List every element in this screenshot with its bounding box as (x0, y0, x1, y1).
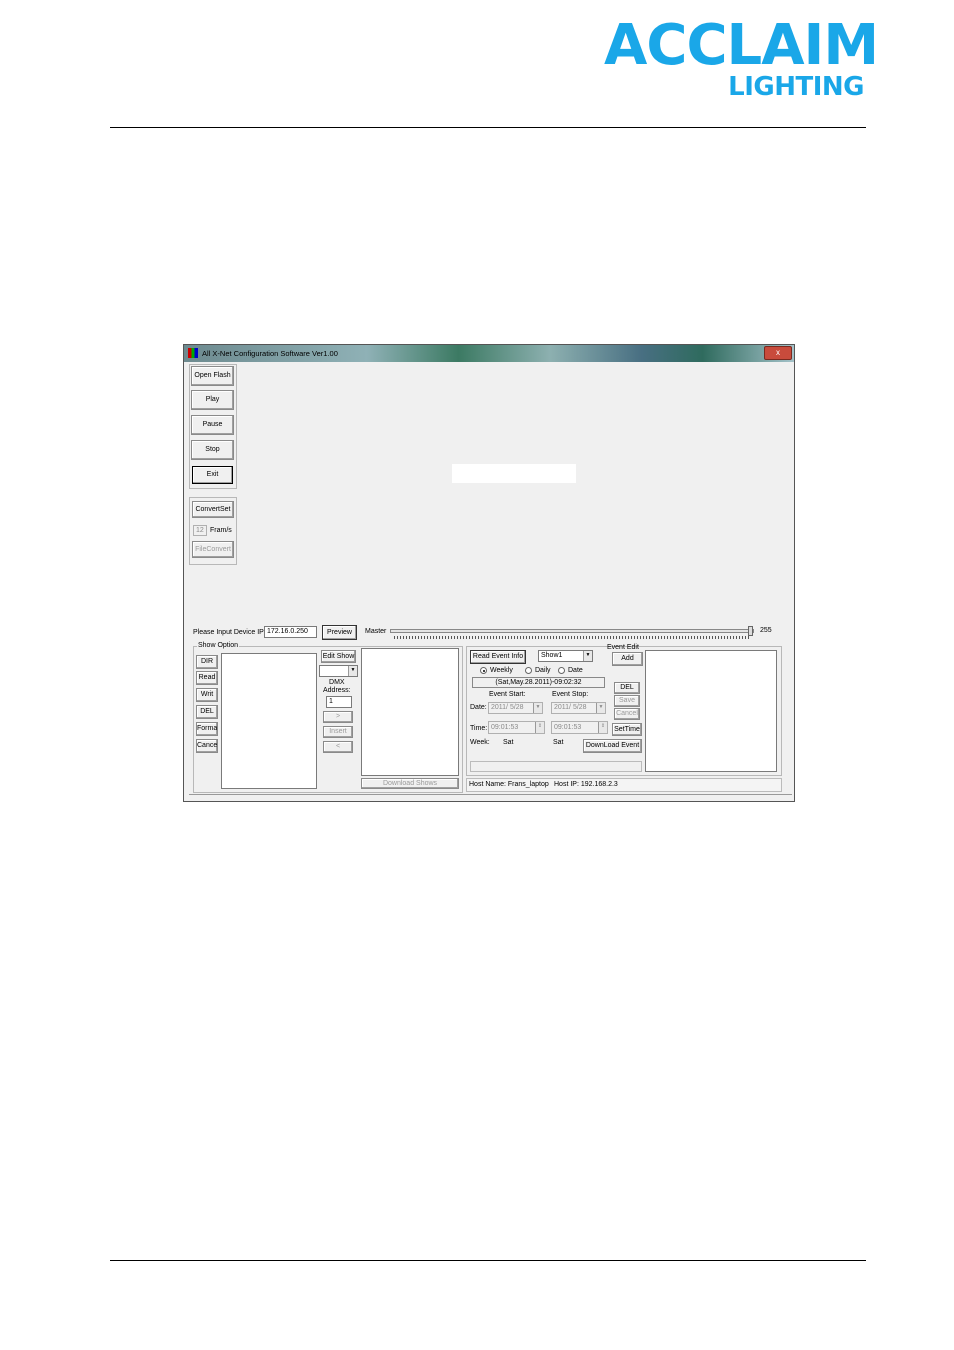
master-slider-ticks (394, 636, 750, 639)
host-ip: Host IP: 192.168.2.3 (554, 781, 618, 788)
week-start-value: Sat (503, 739, 514, 746)
title-bar: All X-Net Configuration Software Ver1.00… (184, 345, 794, 362)
window-title: All X-Net Configuration Software Ver1.00 (202, 349, 338, 358)
set-time-button[interactable]: SetTime (612, 723, 642, 736)
edit-show-select[interactable]: ▼ (319, 665, 358, 677)
event-edit-label: Event Edit (607, 644, 639, 651)
read-event-info-button[interactable]: Read Event Info (470, 650, 526, 664)
cancel-show-button[interactable]: Cancel (196, 739, 218, 753)
event-stop-label: Event Stop: (552, 691, 589, 698)
device-ip-input[interactable]: 172.16.0.250 (264, 626, 317, 638)
device-ip-label: Please Input Device IP: (193, 629, 266, 636)
master-slider-thumb[interactable] (748, 626, 753, 636)
master-label: Master (365, 628, 387, 635)
spinner-arrows-icon[interactable]: ⇕ (598, 722, 607, 733)
insert-button[interactable]: Insert (323, 726, 353, 738)
host-name: Host Name: Frans_laptop (469, 781, 549, 788)
show-file-list[interactable] (221, 653, 317, 789)
add-event-button[interactable]: Add (612, 652, 643, 666)
writ-button[interactable]: Writ (196, 688, 218, 702)
date-radio-label: Date (568, 667, 583, 674)
exit-button[interactable]: Exit (192, 466, 233, 484)
device-show-list[interactable] (361, 648, 459, 776)
file-convert-button[interactable]: FileConvert (192, 541, 234, 558)
spinner-arrows-icon[interactable]: ⇕ (535, 722, 544, 733)
chevron-down-icon[interactable]: ▼ (583, 651, 592, 661)
pause-button[interactable]: Pause (191, 415, 234, 435)
logo-lighting: LIGHTING (728, 72, 864, 102)
preview-area (452, 464, 576, 483)
convert-set-button[interactable]: ConvertSet (192, 501, 234, 518)
preview-button[interactable]: Preview (322, 625, 357, 640)
chevron-down-icon[interactable]: ▼ (348, 666, 357, 676)
stop-time-value: 09:01:53 (554, 724, 582, 731)
week-label: Week: (470, 739, 490, 746)
start-time-value: 09:01:53 (491, 724, 519, 731)
edit-show-button[interactable]: Edit Show (321, 650, 356, 663)
week-stop-value: Sat (553, 739, 564, 746)
del-event-button[interactable]: DEL (614, 682, 640, 694)
chevron-down-icon[interactable]: ▼ (533, 703, 542, 713)
stop-date-picker[interactable]: 2011/ 5/28 ▼ (551, 702, 606, 714)
dmx-address-label: DMX Address: (323, 679, 351, 694)
show-select[interactable]: Show1 ▼ (538, 650, 593, 662)
bottom-border (189, 794, 792, 795)
start-time-spinner[interactable]: 09:01:53 ⇕ (488, 721, 545, 734)
cancel-event-button[interactable]: Cancel (614, 708, 640, 720)
daily-radio[interactable] (525, 667, 532, 674)
show-option-title: Show Option (197, 642, 240, 649)
start-date-value: 2011/ 5/28 (491, 704, 524, 711)
master-value: 255 (760, 627, 772, 634)
header-rule (110, 127, 866, 128)
stop-button[interactable]: Stop (191, 440, 234, 460)
dmx-address-input[interactable]: 1 (326, 696, 352, 708)
del-show-button[interactable]: DEL (196, 705, 218, 719)
move-right-button[interactable]: > (323, 711, 353, 723)
logo-acclaim: ACCLAIM (604, 13, 879, 78)
current-datetime-display: (Sat,May.28.2011)-09:02:32 (472, 677, 605, 688)
weekly-label: Weekly (490, 667, 513, 674)
time-label: Time: (470, 725, 488, 732)
download-shows-button[interactable]: Download Shows (361, 778, 459, 789)
move-left-button[interactable]: < (323, 741, 353, 753)
save-event-button[interactable]: Save (614, 695, 640, 707)
stop-time-spinner[interactable]: 09:01:53 ⇕ (551, 721, 608, 734)
start-date-picker[interactable]: 2011/ 5/28 ▼ (488, 702, 543, 714)
date-label: Date: (470, 704, 487, 711)
format-button[interactable]: Format (196, 722, 218, 736)
read-button[interactable]: Read (196, 671, 218, 685)
event-list[interactable] (645, 650, 777, 772)
weekly-radio[interactable] (480, 667, 487, 674)
app-window-screenshot: All X-Net Configuration Software Ver1.00… (183, 344, 795, 802)
frame-rate-field[interactable]: 12 (193, 525, 207, 536)
event-start-label: Event Start: (489, 691, 526, 698)
footer-rule (110, 1260, 866, 1261)
play-button[interactable]: Play (191, 390, 234, 410)
daily-label: Daily (535, 667, 551, 674)
master-slider-track[interactable] (390, 629, 754, 633)
frame-rate-unit: Fram/s (210, 527, 232, 534)
chevron-down-icon[interactable]: ▼ (596, 703, 605, 713)
app-icon (188, 348, 198, 358)
close-button[interactable]: x (764, 346, 792, 360)
open-flash-button[interactable]: Open Flash (191, 366, 234, 386)
dir-button[interactable]: DIR (196, 655, 218, 669)
stop-date-value: 2011/ 5/28 (554, 704, 587, 711)
date-radio[interactable] (558, 667, 565, 674)
show-select-value: Show1 (541, 652, 563, 659)
event-progress-bar (470, 761, 642, 772)
download-event-button[interactable]: DownLoad Event (583, 739, 642, 753)
